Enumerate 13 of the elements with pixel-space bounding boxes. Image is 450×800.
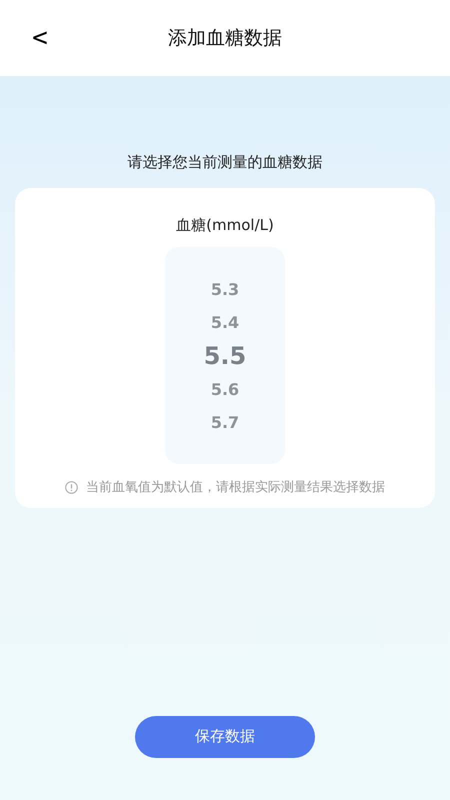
picker-option[interactable]: 5.5 (204, 338, 246, 372)
picker-option[interactable]: 5.7 (210, 406, 240, 438)
picker-option[interactable]: 5.3 (210, 272, 240, 306)
page-title: 添加血糖数据 (168, 26, 282, 51)
hint-text: 当前血氧值为默认值，请根据实际测量结果选择数据 (86, 479, 385, 497)
picker-option[interactable]: 5.6 (210, 372, 240, 406)
back-button[interactable]: < (30, 25, 50, 51)
picker-option[interactable]: 5.4 (210, 306, 240, 338)
unit-label: 血糖(mmol/L) (176, 214, 274, 236)
info-icon (65, 481, 78, 494)
save-button[interactable]: 保存数据 (135, 716, 315, 758)
value-picker[interactable]: 5.3 5.4 5.5 5.6 5.7 (165, 247, 285, 464)
prompt-text: 请选择您当前测量的血糖数据 (126, 152, 324, 173)
